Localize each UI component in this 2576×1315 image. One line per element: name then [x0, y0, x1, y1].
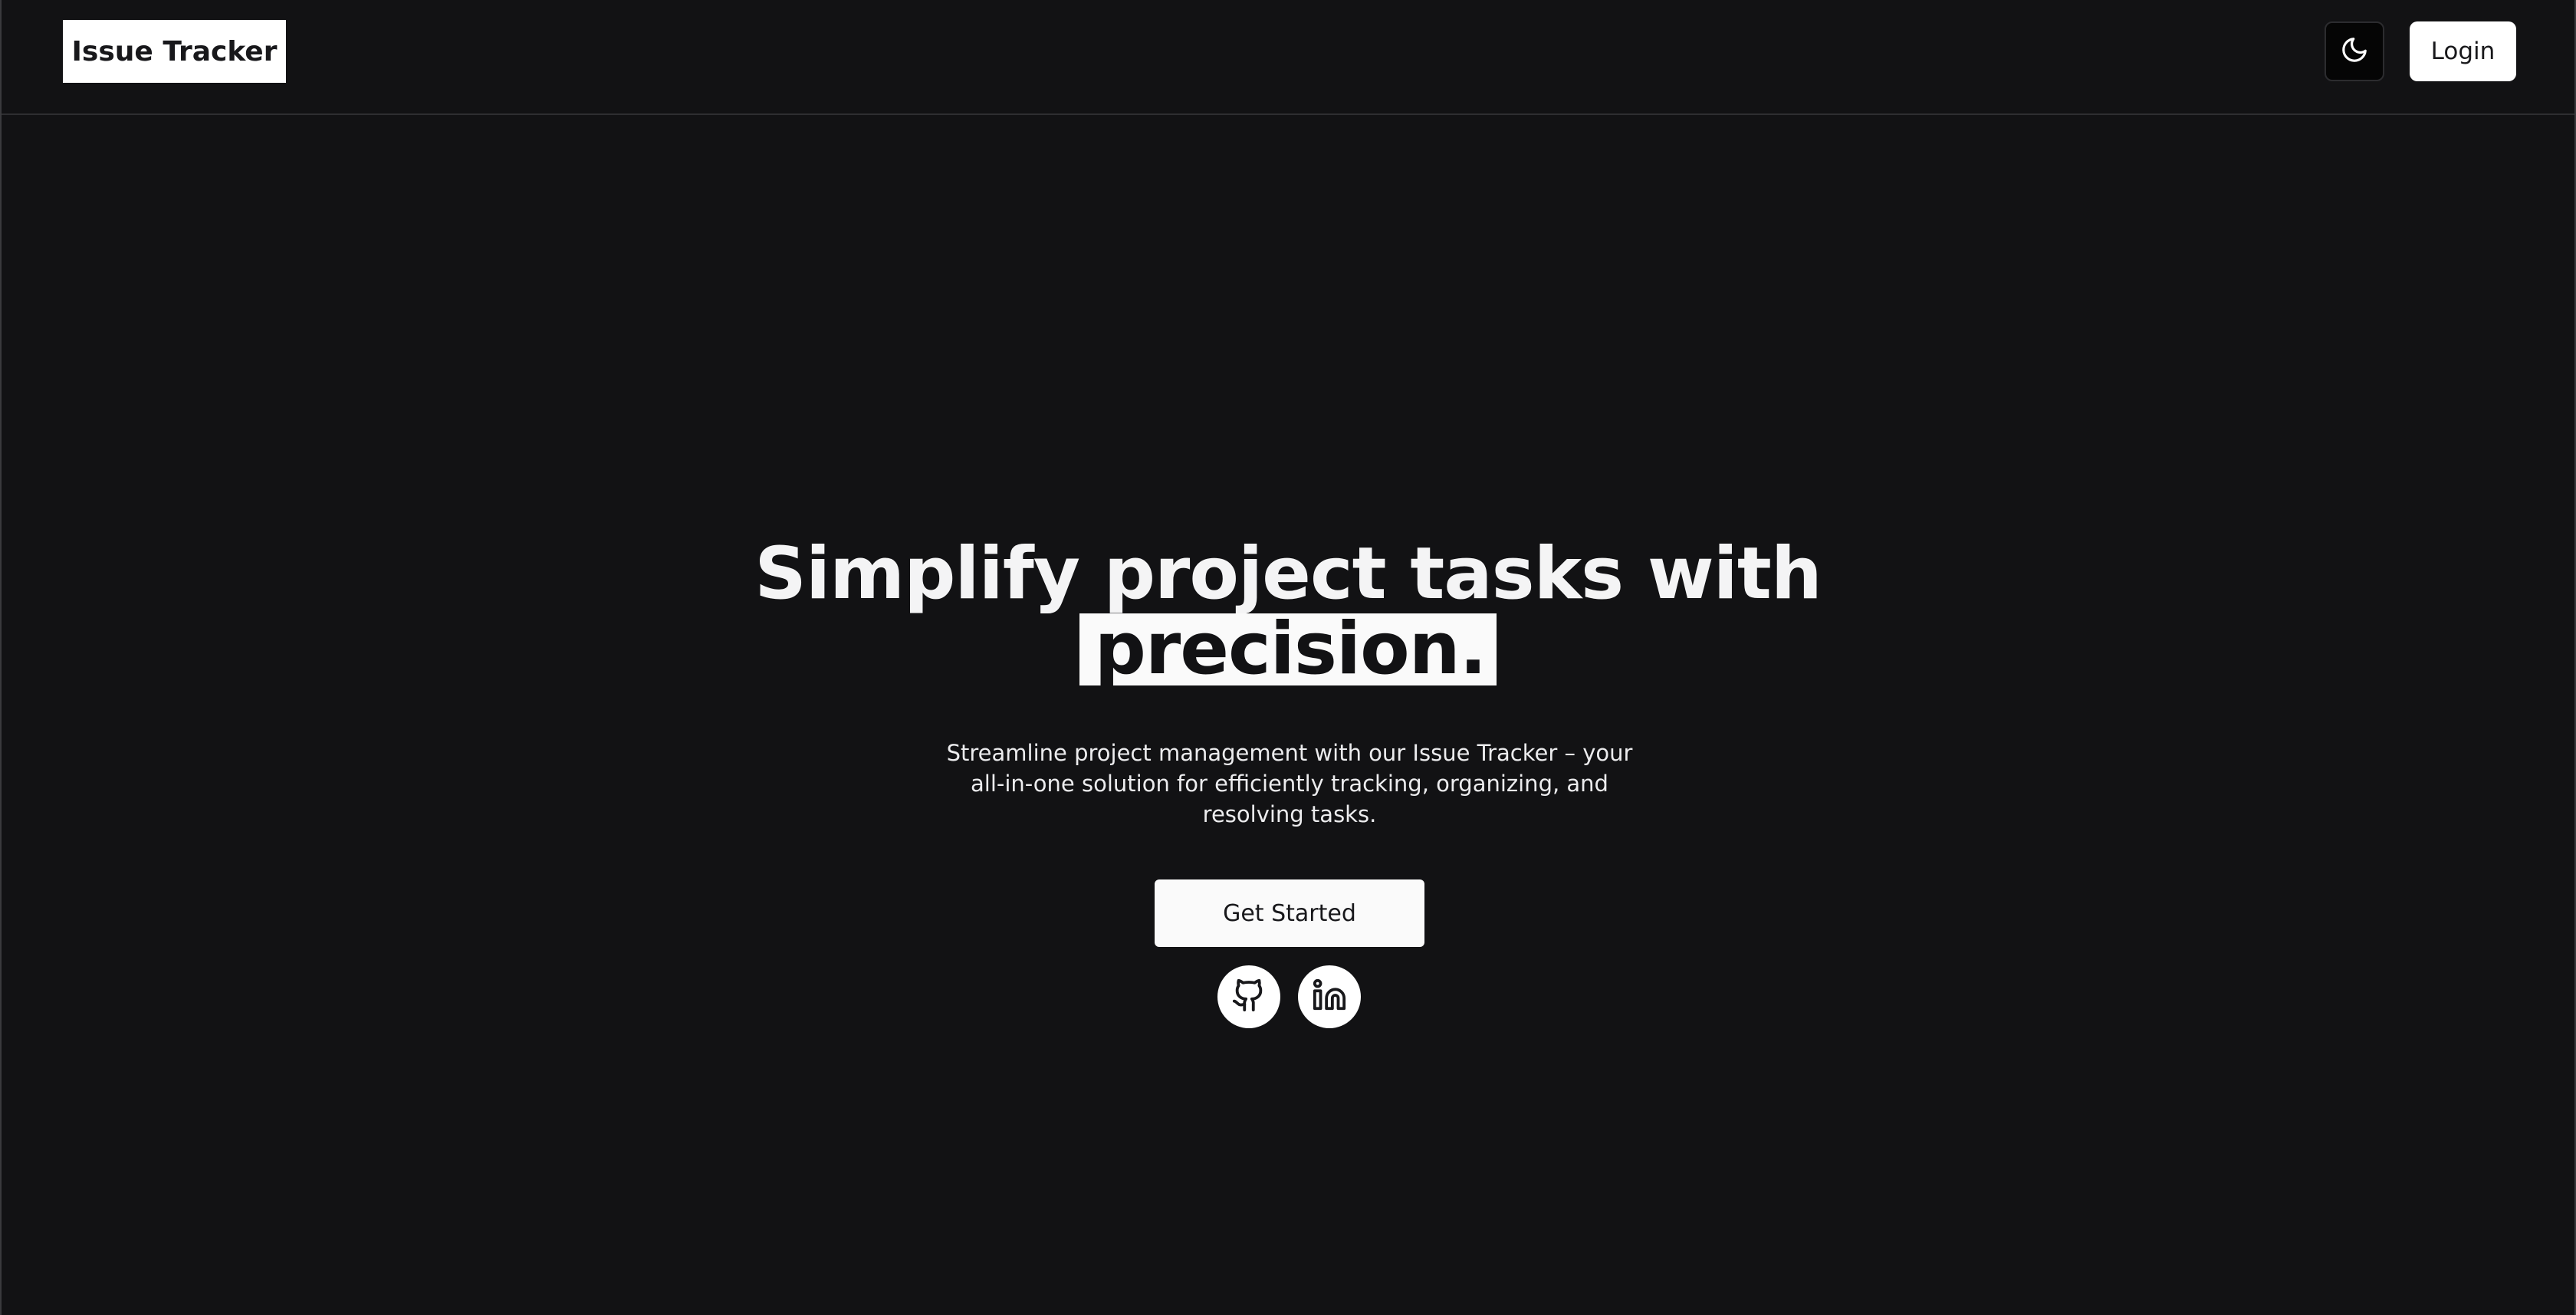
login-button[interactable]: Login [2410, 21, 2516, 81]
theme-toggle-button[interactable] [2325, 21, 2384, 81]
headline-highlight: precision. [1079, 613, 1497, 685]
headline-highlight-row: precision. [2, 612, 2574, 687]
linkedin-link[interactable] [1298, 965, 1361, 1028]
hero-subtitle: Streamline project management with our I… [946, 740, 1633, 827]
github-link[interactable] [1217, 965, 1280, 1028]
headline-line: Simplify project tasks with [754, 532, 1822, 616]
moon-icon [2340, 35, 2369, 67]
brand-logo[interactable]: Issue Tracker [63, 20, 286, 83]
hero-section: Simplify project tasks with precision. S… [2, 537, 2574, 1028]
hero-headline: Simplify project tasks with precision. [2, 537, 2574, 687]
get-started-button[interactable]: Get Started [1155, 879, 1424, 947]
linkedin-icon [1312, 978, 1347, 1016]
site-header: Issue Tracker Login [2, 0, 2574, 115]
github-icon [1231, 978, 1267, 1016]
